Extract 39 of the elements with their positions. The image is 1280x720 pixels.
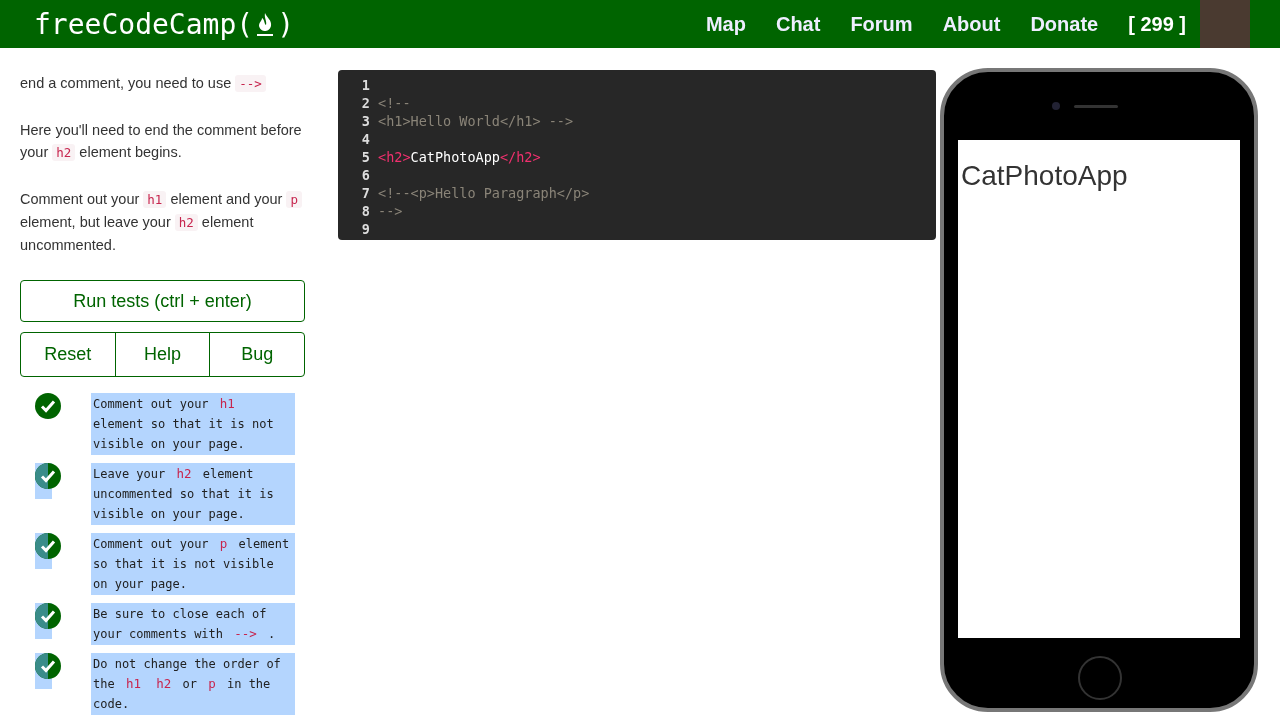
code-editor[interactable]: 1 2 <!-- 3 <h1>Hello World</h1> --> 4 5 <h2>CatPhotoApp</h2> 6 7 <!--<p>Hello Paragraph</p> 8 --> 9 (338, 70, 936, 240)
code-line: <h1>Hello World</h1> --> (378, 112, 574, 130)
instruction-text: end a comment, you need to use --> (20, 72, 305, 95)
line-number: 7 (360, 184, 371, 202)
action-button[interactable]: Help (114, 332, 211, 377)
test-text: Comment out your p element so that it is not visible on your page. (91, 533, 295, 595)
line-number: 2 (360, 94, 371, 112)
nav-link[interactable]: About (942, 12, 1001, 36)
code-line: <!-- (378, 94, 411, 112)
line-number: 9 (360, 220, 371, 238)
camera-icon (1052, 102, 1060, 110)
preview-heading: CatPhotoApp (961, 160, 1129, 192)
flame-icon (255, 11, 276, 37)
line-number: 5 (360, 148, 371, 166)
avatar-photo-placeholder[interactable] (1200, 0, 1250, 48)
instruction-text: Here you'll need to end the comment before your h2 element begins. (20, 121, 303, 163)
site-logo[interactable]: freeCodeCamp( ) (34, 7, 706, 41)
points-counter: [ 299 ] (1128, 12, 1186, 36)
nav-link[interactable]: Chat (775, 12, 821, 36)
test-text: Be sure to close each of your comments with --> . (91, 603, 295, 645)
action-button[interactable]: Bug (209, 332, 305, 377)
line-number: 4 (360, 130, 371, 148)
nav-link[interactable]: Forum (850, 12, 913, 36)
nav-link[interactable]: Donate (1030, 12, 1099, 36)
line-number: 1 (360, 76, 371, 94)
instruction-text: Comment out your h1 element and your p element, but leave your h2 element uncommented. (20, 188, 305, 256)
line-number: 8 (360, 202, 371, 220)
code-line: <!--<p>Hello Paragraph</p> (378, 184, 590, 202)
speaker-icon (1074, 105, 1118, 108)
test-text: Comment out your h1 element so that it is not visible on your page. (91, 393, 295, 455)
code-line: --> (378, 202, 403, 220)
test-text: Leave your h2 element uncommented so that it is visible on your page. (91, 463, 295, 525)
code-line: <h2>CatPhotoApp</h2> (378, 148, 541, 166)
nav-link[interactable]: Map (705, 12, 746, 36)
run-tests-button[interactable]: Run tests (ctrl + enter) (20, 280, 305, 322)
line-number: 3 (360, 112, 371, 130)
action-button[interactable]: Reset (20, 332, 116, 377)
line-number: 6 (360, 166, 371, 184)
test-text: Do not change the order of the h1 h2 or p in the code. (91, 653, 295, 715)
